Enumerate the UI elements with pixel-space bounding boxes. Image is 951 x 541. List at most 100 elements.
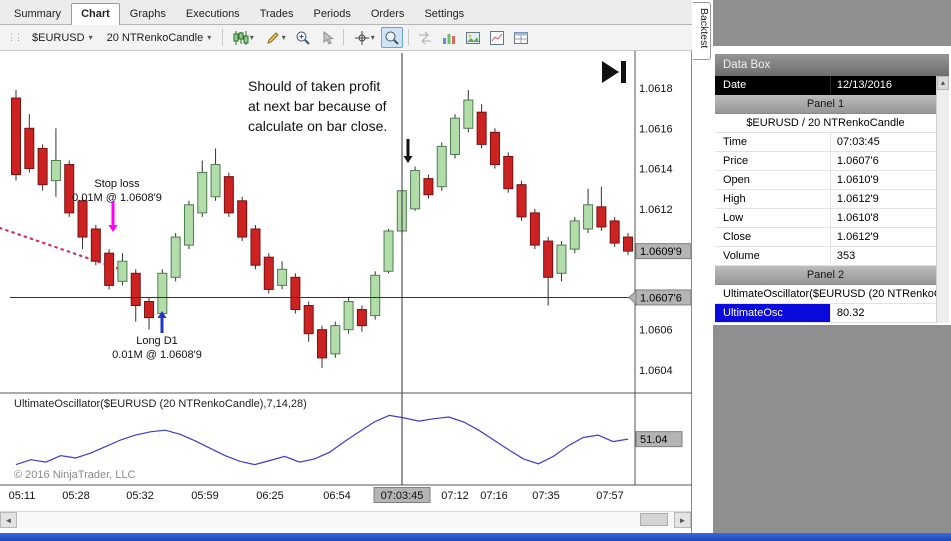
databox-row-ultimateosc: UltimateOsc 80.32 — [715, 304, 936, 323]
chart-window-button[interactable] — [486, 27, 508, 48]
svg-text:06:54: 06:54 — [323, 490, 351, 502]
svg-text:07:16: 07:16 — [480, 490, 508, 502]
snapshot-button[interactable] — [462, 27, 484, 48]
databox-titlebar[interactable]: Data Box — [715, 54, 949, 76]
toolbar-separator — [343, 29, 345, 46]
go-to-end-icon[interactable] — [602, 61, 626, 83]
last-price-badge: 1.0609'9 — [635, 243, 692, 260]
long-entry-arrow — [157, 311, 167, 333]
svg-text:1.0614: 1.0614 — [639, 164, 673, 176]
svg-text:07:57: 07:57 — [596, 490, 624, 502]
stop-loss-label: Stop loss — [94, 178, 140, 190]
databox-row-low: Low 1.0610'8 — [715, 209, 936, 228]
crosshair-icon — [354, 30, 369, 45]
bar-chart-button[interactable] — [438, 27, 460, 48]
caret-down-icon: ▾ — [249, 33, 254, 42]
databox-row-price: Price 1.0607'6 — [715, 152, 936, 171]
tab-chart[interactable]: Chart — [71, 3, 120, 25]
tab-executions[interactable]: Executions — [176, 3, 250, 24]
crosshair-price-badge: 1.0607'6 — [628, 289, 692, 306]
databox-body: Date 12/13/2016 Panel 1 $EURUSD / 20 NTRenk… — [715, 76, 949, 323]
svg-text:07:12: 07:12 — [441, 490, 469, 502]
svg-text:51.04: 51.04 — [640, 434, 668, 446]
chart-canvas[interactable]: 1.06181.06161.06141.06121.06061.06041.06… — [0, 51, 692, 511]
chart-window: Summary Chart Graphs Executions Trades Period… — [0, 0, 692, 533]
watermark-text: © 2016 NinjaTrader, LLC — [14, 469, 135, 481]
scroll-up-icon[interactable]: ▲ — [937, 76, 949, 90]
tab-summary[interactable]: Summary — [4, 3, 71, 24]
image-icon — [466, 31, 481, 44]
tab-orders[interactable]: Orders — [361, 3, 415, 24]
data-grid-icon — [514, 31, 529, 44]
svg-text:1.0609'9: 1.0609'9 — [640, 246, 682, 258]
pencil-icon — [266, 31, 279, 44]
data-grid-button[interactable] — [510, 27, 532, 48]
databox-row-high: High 1.0612'9 — [715, 190, 936, 209]
zoom-icon — [385, 31, 399, 45]
scrollbar-thumb[interactable] — [640, 513, 668, 526]
time-axis-labels: 05:11 05:28 05:32 05:59 06:25 06:54 07:03:45 07… — [9, 487, 624, 503]
note-arrow — [403, 139, 413, 163]
app-root: Summary Chart Graphs Executions Trades Period… — [0, 0, 951, 541]
svg-text:1.0604: 1.0604 — [639, 365, 673, 377]
price-axis-labels: 1.0618 1.0616 1.0614 1.0612 1.0606 1.0604 — [639, 83, 673, 377]
crosshair-button[interactable]: ▾ — [349, 27, 379, 48]
scroll-right-icon: ► — [678, 515, 687, 525]
zoom-in-icon — [296, 31, 310, 45]
tab-trades[interactable]: Trades — [250, 3, 304, 24]
drawing-tools-button[interactable]: ▾ — [260, 27, 290, 48]
svg-text:05:59: 05:59 — [191, 490, 219, 502]
chart-horizontal-scrollbar[interactable]: ◄ ► — [0, 511, 691, 528]
svg-text:1.0612: 1.0612 — [639, 204, 673, 216]
chart-style-button[interactable]: ▾ — [228, 27, 258, 48]
scroll-right-button[interactable]: ► — [674, 512, 691, 528]
scroll-left-button[interactable]: ◄ — [0, 512, 17, 528]
bottom-taskbar-strip — [0, 533, 951, 541]
caret-down-icon: ▾ — [370, 33, 375, 42]
line-chart-icon — [490, 30, 505, 45]
zoom-in-button[interactable] — [292, 27, 314, 48]
svg-text:07:03:45: 07:03:45 — [381, 490, 424, 502]
shift-arrows-icon — [419, 31, 432, 44]
svg-text:1.0606: 1.0606 — [639, 325, 673, 337]
pointer-icon — [323, 30, 334, 45]
pointer-button[interactable] — [316, 27, 338, 48]
series-selector[interactable]: 20 NTRenkoCandle ▾ — [101, 28, 218, 48]
zoom-mode-button[interactable] — [381, 27, 404, 48]
databox-indicator-name: UltimateOscillator($EURUSD (20 NTRenkoC — [715, 285, 936, 304]
svg-text:07:35: 07:35 — [532, 490, 560, 502]
side-panel-strip: Backtest — [692, 0, 713, 533]
tab-bar: Summary Chart Graphs Executions Trades Period… — [0, 0, 692, 25]
series-label: 20 NTRenkoCandle — [106, 31, 204, 44]
chart-annotations: Should of taken profit at next bar becaus… — [72, 78, 387, 361]
toolbar-separator — [408, 29, 410, 46]
tab-graphs[interactable]: Graphs — [120, 3, 176, 24]
scrollbar-track[interactable] — [17, 512, 674, 528]
long-entry-label: 0.01M @ 1.0608'9 — [112, 349, 202, 361]
caret-down-icon: ▾ — [281, 33, 286, 42]
tab-periods[interactable]: Periods — [304, 3, 361, 24]
tab-settings[interactable]: Settings — [414, 3, 474, 24]
stop-loss-arrow — [108, 201, 118, 232]
oscillator-label: UltimateOscillator($EURUSD (20 NTRenkoCa… — [14, 398, 307, 410]
toolbar-grip-icon: ⋮⋮ — [7, 32, 23, 42]
scroll-left-icon: ◄ — [4, 515, 13, 525]
databox-rows: Date 12/13/2016 Panel 1 $EURUSD / 20 NTRenk… — [715, 76, 936, 323]
svg-text:05:11: 05:11 — [9, 490, 36, 502]
databox-row-volume: Volume 353 — [715, 247, 936, 266]
note-text: at next bar because of — [248, 98, 387, 114]
stop-loss-label: 0.01M @ 1.0608'9 — [72, 192, 162, 204]
oscillator-value-badge: 51.04 — [635, 431, 683, 448]
caret-down-icon: ▾ — [88, 33, 93, 42]
long-entry-label: Long D1 — [136, 335, 178, 347]
instrument-selector[interactable]: $EURUSD ▾ — [26, 28, 99, 48]
caret-down-icon: ▾ — [207, 33, 212, 42]
svg-text:1.0616: 1.0616 — [639, 123, 673, 135]
svg-text:1.0618: 1.0618 — [639, 83, 673, 95]
databox-window: Data Box Date 12/13/2016 Panel 1 $EURUSD / … — [713, 46, 951, 325]
shift-chart-button[interactable] — [414, 27, 436, 48]
databox-row-time: Time 07:03:45 — [715, 133, 936, 152]
tab-backtest[interactable]: Backtest — [693, 2, 711, 60]
svg-text:1.0607'6: 1.0607'6 — [640, 292, 682, 304]
databox-scrollbar[interactable]: ▲ — [936, 76, 949, 323]
